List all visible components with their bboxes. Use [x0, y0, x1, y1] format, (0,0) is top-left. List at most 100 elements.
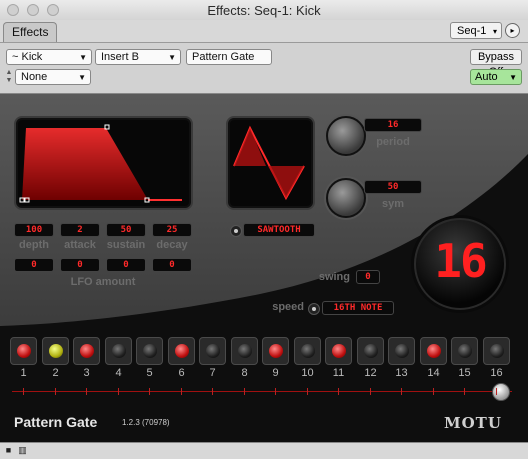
track-select[interactable]: ~ Kick ▼: [6, 49, 92, 65]
slider-tick: [401, 388, 402, 395]
step-led-icon: [175, 344, 189, 358]
envelope-display[interactable]: [14, 116, 193, 210]
slider-tick: [307, 388, 308, 395]
step-number: 12: [364, 367, 377, 379]
step-count-value: 16: [434, 234, 487, 288]
period-label: period: [376, 136, 410, 148]
keyboard-icon[interactable]: ▥: [17, 445, 28, 456]
attack-value[interactable]: 2: [60, 223, 100, 237]
tab-effects[interactable]: Effects: [3, 22, 58, 42]
step-button[interactable]: [199, 337, 226, 365]
step-button[interactable]: [42, 337, 69, 365]
waveform-menu-button[interactable]: [230, 225, 242, 237]
speed-menu-button[interactable]: [308, 303, 320, 315]
step-led-icon: [112, 344, 126, 358]
decay-label: decay: [156, 239, 188, 251]
waveform-value[interactable]: SAWTOOTH: [243, 223, 315, 237]
step-led-icon: [301, 344, 315, 358]
sequence-select[interactable]: Seq-1 ▾: [450, 22, 502, 39]
slider-tick: [23, 388, 24, 395]
speed-label: speed: [272, 301, 304, 313]
slider-tick: [55, 388, 56, 395]
step-led-icon: [364, 344, 378, 358]
preset-select-label: None: [21, 71, 48, 83]
sym-label: sym: [381, 198, 405, 210]
sym-value[interactable]: 50: [364, 180, 422, 194]
swing-label: swing: [318, 271, 350, 283]
period-knob[interactable]: [326, 116, 366, 156]
step-number: 10: [301, 367, 314, 379]
preset-stepper-icon[interactable]: ▲ ▼: [4, 69, 14, 85]
step-number: 7: [209, 367, 216, 379]
bypass-button[interactable]: Bypass Off: [470, 49, 522, 78]
tab-bar: Effects Seq-1 ▾ ▸: [0, 20, 528, 43]
automation-select[interactable]: Auto ▼: [470, 69, 522, 85]
step-number: 14: [427, 367, 440, 379]
depth-label: depth: [19, 239, 49, 251]
step-button[interactable]: [262, 337, 289, 365]
step-led-icon: [427, 344, 441, 358]
slider-tick: [86, 388, 87, 395]
camera-icon[interactable]: ■: [3, 445, 14, 456]
step-button[interactable]: [357, 337, 384, 365]
period-value[interactable]: 16: [364, 118, 422, 132]
lfo-amount-depth-value[interactable]: 0: [14, 258, 54, 272]
step-count-display: 16: [414, 218, 506, 310]
step-button[interactable]: [231, 337, 258, 365]
step-number: 6: [178, 367, 185, 379]
sequence-select-label: Seq-1: [457, 25, 487, 37]
speed-value[interactable]: 16TH NOTE: [322, 301, 394, 315]
step-number: 11: [332, 367, 345, 379]
step-number: 4: [115, 367, 122, 379]
plugin-title: Pattern Gate: [14, 414, 98, 430]
step-button[interactable]: [105, 337, 132, 365]
step-number: 1: [20, 367, 27, 379]
lfo-waveform-graph: [233, 125, 305, 201]
step-button[interactable]: [294, 337, 321, 365]
decay-value[interactable]: 25: [152, 223, 192, 237]
lfo-amount-label: LFO amount: [70, 276, 136, 288]
step-button[interactable]: [168, 337, 195, 365]
envelope-graph: [19, 124, 182, 203]
step-button[interactable]: [451, 337, 478, 365]
step-led-icon: [269, 344, 283, 358]
step-led-icon: [80, 344, 94, 358]
slider-tick: [212, 388, 213, 395]
step-button[interactable]: [420, 337, 447, 365]
step-number: 15: [458, 367, 471, 379]
lfo-amount-sustain-value[interactable]: 0: [106, 258, 146, 272]
play-button[interactable]: ▸: [505, 23, 520, 38]
step-button[interactable]: [325, 337, 352, 365]
pattern-gate-panel: 100 2 50 25 depth attack sustain decay 0…: [0, 94, 528, 442]
swing-value[interactable]: 0: [356, 270, 380, 284]
step-length-slider-track[interactable]: [12, 391, 512, 392]
sustain-value[interactable]: 50: [106, 223, 146, 237]
slider-tick: [464, 388, 465, 395]
plugin-name-field[interactable]: Pattern Gate: [186, 49, 272, 65]
step-button[interactable]: [483, 337, 510, 365]
sustain-label: sustain: [106, 239, 146, 251]
slider-tick: [244, 388, 245, 395]
title-bar: Effects: Seq-1: Kick: [0, 0, 528, 21]
play-icon: ▸: [510, 26, 515, 35]
lfo-amount-attack-value[interactable]: 0: [60, 258, 100, 272]
insert-select-label: Insert B: [101, 51, 139, 63]
step-length-slider-thumb[interactable]: [492, 383, 510, 401]
step-button[interactable]: [136, 337, 163, 365]
lfo-amount-decay-value[interactable]: 0: [152, 258, 192, 272]
step-number: 2: [52, 367, 59, 379]
depth-value[interactable]: 100: [14, 223, 54, 237]
sym-knob[interactable]: [326, 178, 366, 218]
bottom-toolbar: ■ ▥: [0, 442, 528, 459]
slider-tick: [149, 388, 150, 395]
insert-select[interactable]: Insert B ▼: [95, 49, 181, 65]
step-button[interactable]: [73, 337, 100, 365]
automation-select-label: Auto: [475, 71, 498, 83]
step-led-icon: [332, 344, 346, 358]
plugin-version: 1.2.3 (70978): [122, 418, 170, 427]
step-button[interactable]: [10, 337, 37, 365]
step-button[interactable]: [388, 337, 415, 365]
preset-select[interactable]: None ▼: [15, 69, 91, 85]
step-number: 16: [490, 367, 503, 379]
slider-tick: [118, 388, 119, 395]
